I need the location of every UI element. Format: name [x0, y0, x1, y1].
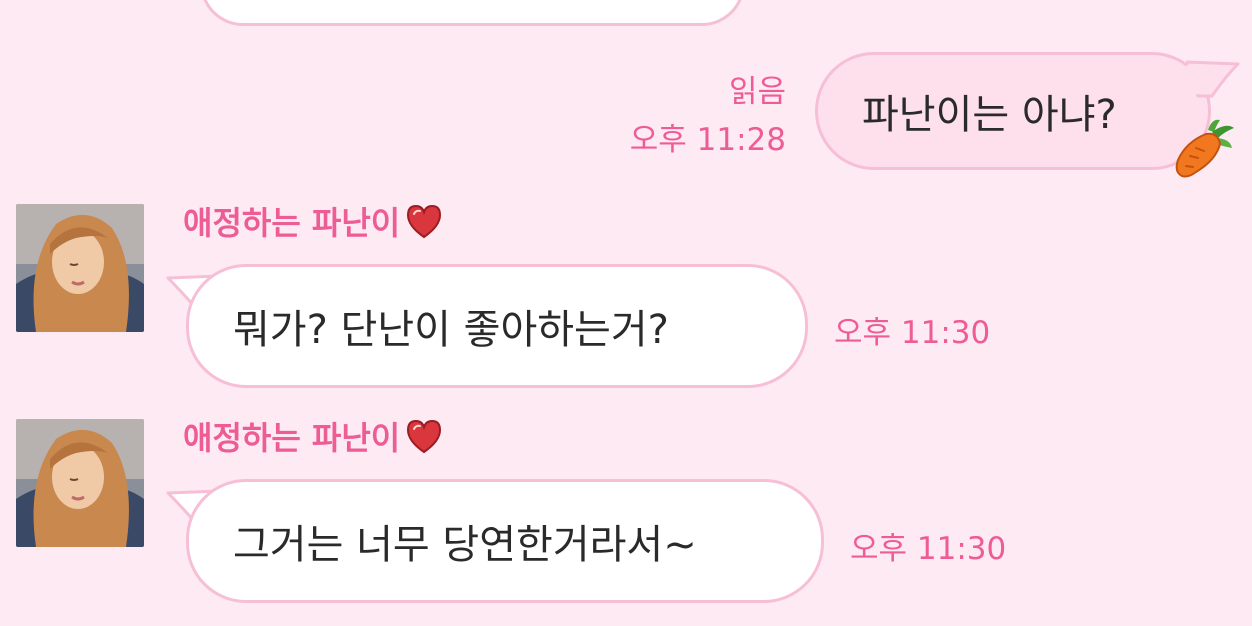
incoming-message-bubble[interactable]: 뭐가? 단난이 좋아하는거? [186, 264, 808, 388]
read-receipt: 읽음 [728, 74, 786, 110]
message-text: 그거는 너무 당연한거라서~ [233, 522, 697, 568]
avatar[interactable] [16, 204, 144, 332]
avatar-image [16, 204, 144, 332]
heart-icon [407, 419, 442, 454]
message-time: 오후 11:28 [629, 122, 786, 158]
heart-icon [407, 204, 442, 239]
message-time: 오후 11:30 [850, 531, 1007, 567]
outgoing-message-bubble[interactable]: 파난이는 아냐? [815, 52, 1211, 170]
sender-name: 애정하는 파난이 [183, 198, 444, 244]
avatar[interactable] [16, 419, 144, 547]
message-text: 뭐가? 단난이 좋아하는거? [233, 307, 669, 353]
sender-name: 애정하는 파난이 [183, 413, 444, 459]
message-text: 파난이는 아냐? [862, 92, 1117, 138]
avatar-image [16, 419, 144, 547]
previous-message-bubble[interactable] [200, 0, 745, 26]
incoming-message-bubble[interactable]: 그거는 너무 당연한거라서~ [186, 479, 824, 603]
carrot-icon [1175, 119, 1234, 178]
sender-name-label: 애정하는 파난이 [183, 419, 401, 457]
sender-name-label: 애정하는 파난이 [183, 204, 401, 242]
bubble-tail [1186, 60, 1240, 98]
message-time: 오후 11:30 [834, 315, 991, 351]
